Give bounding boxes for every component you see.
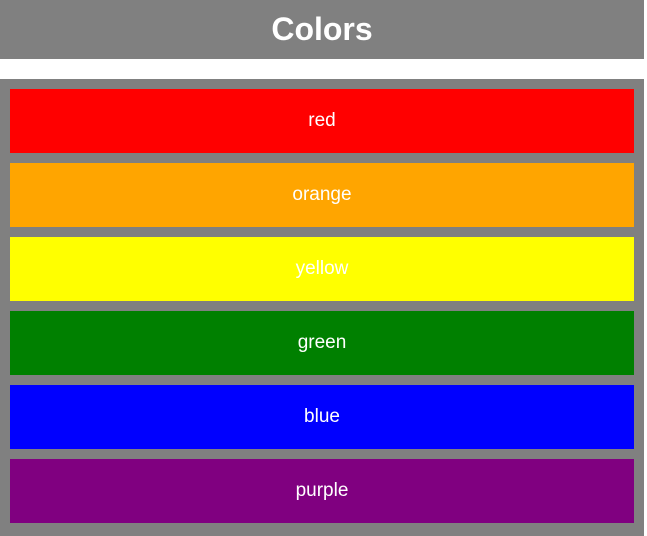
color-item-purple[interactable]: purple (10, 459, 634, 523)
color-item-orange[interactable]: orange (10, 163, 634, 227)
color-item-label: orange (292, 184, 352, 205)
color-item-label: blue (304, 406, 340, 427)
page-header: Colors (0, 0, 644, 59)
color-item-yellow[interactable]: yellow (10, 237, 634, 301)
color-item-label: red (308, 110, 336, 131)
color-item-label: green (297, 332, 347, 353)
color-item-blue[interactable]: blue (10, 385, 634, 449)
color-list: red orange yellow green blue purple (0, 79, 644, 536)
color-item-green[interactable]: green (10, 311, 634, 375)
color-item-label: purple (295, 480, 349, 501)
color-item-label: yellow (295, 258, 349, 279)
color-item-red[interactable]: red (10, 89, 634, 153)
page-title: Colors (271, 11, 373, 47)
